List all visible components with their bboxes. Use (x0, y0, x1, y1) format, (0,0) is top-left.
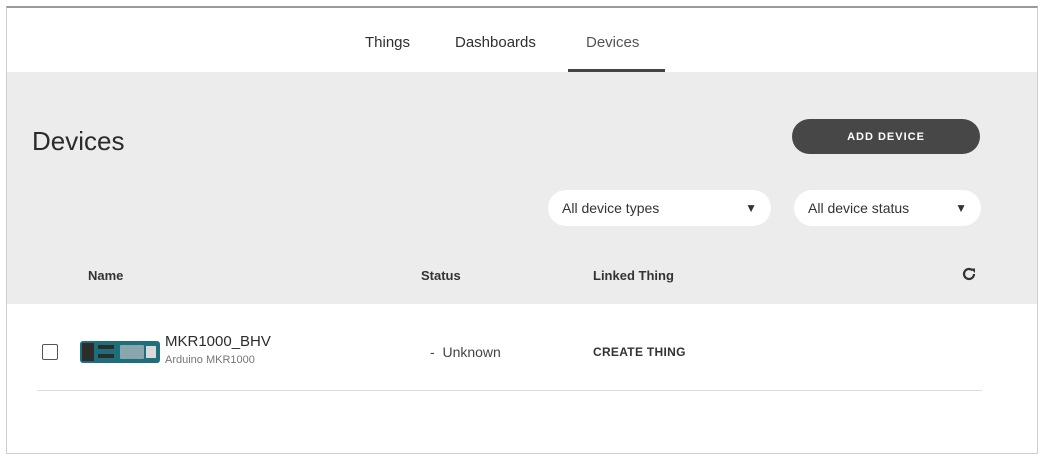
column-header-linked-thing[interactable]: Linked Thing (593, 268, 674, 283)
page-title: Devices (32, 126, 125, 156)
device-name-link[interactable]: MKR1000_BHV (165, 333, 271, 350)
top-navigation: Things Dashboards Devices (7, 8, 1037, 72)
refresh-icon[interactable] (961, 266, 977, 282)
tab-devices[interactable]: Devices (586, 34, 639, 51)
device-type-select[interactable]: All device types ▼ (548, 190, 771, 226)
column-header-status[interactable]: Status (421, 268, 461, 283)
tab-things[interactable]: Things (365, 34, 410, 51)
tab-dashboards[interactable]: Dashboards (455, 34, 536, 51)
board-thumbnail (80, 341, 160, 363)
table-row[interactable]: MKR1000_BHV Arduino MKR1000 - Unknown CR… (7, 304, 1037, 390)
device-status: - Unknown (430, 344, 501, 360)
devices-header (7, 72, 1037, 304)
device-type-label: Arduino MKR1000 (165, 354, 255, 366)
status-indicator: - (430, 344, 435, 360)
device-type-select-value: All device types (562, 200, 660, 216)
add-device-button[interactable]: ADD DEVICE (792, 119, 980, 154)
app-frame: Things Dashboards Devices Devices ADD DE… (6, 6, 1038, 454)
chevron-down-icon: ▼ (955, 201, 967, 215)
row-divider (37, 390, 982, 391)
row-checkbox[interactable] (42, 344, 58, 360)
device-status-select[interactable]: All device status ▼ (794, 190, 981, 226)
chevron-down-icon: ▼ (745, 201, 757, 215)
create-thing-link[interactable]: CREATE THING (593, 345, 686, 359)
device-status-select-value: All device status (808, 200, 910, 216)
column-header-name[interactable]: Name (88, 268, 123, 283)
status-text: Unknown (442, 344, 501, 360)
